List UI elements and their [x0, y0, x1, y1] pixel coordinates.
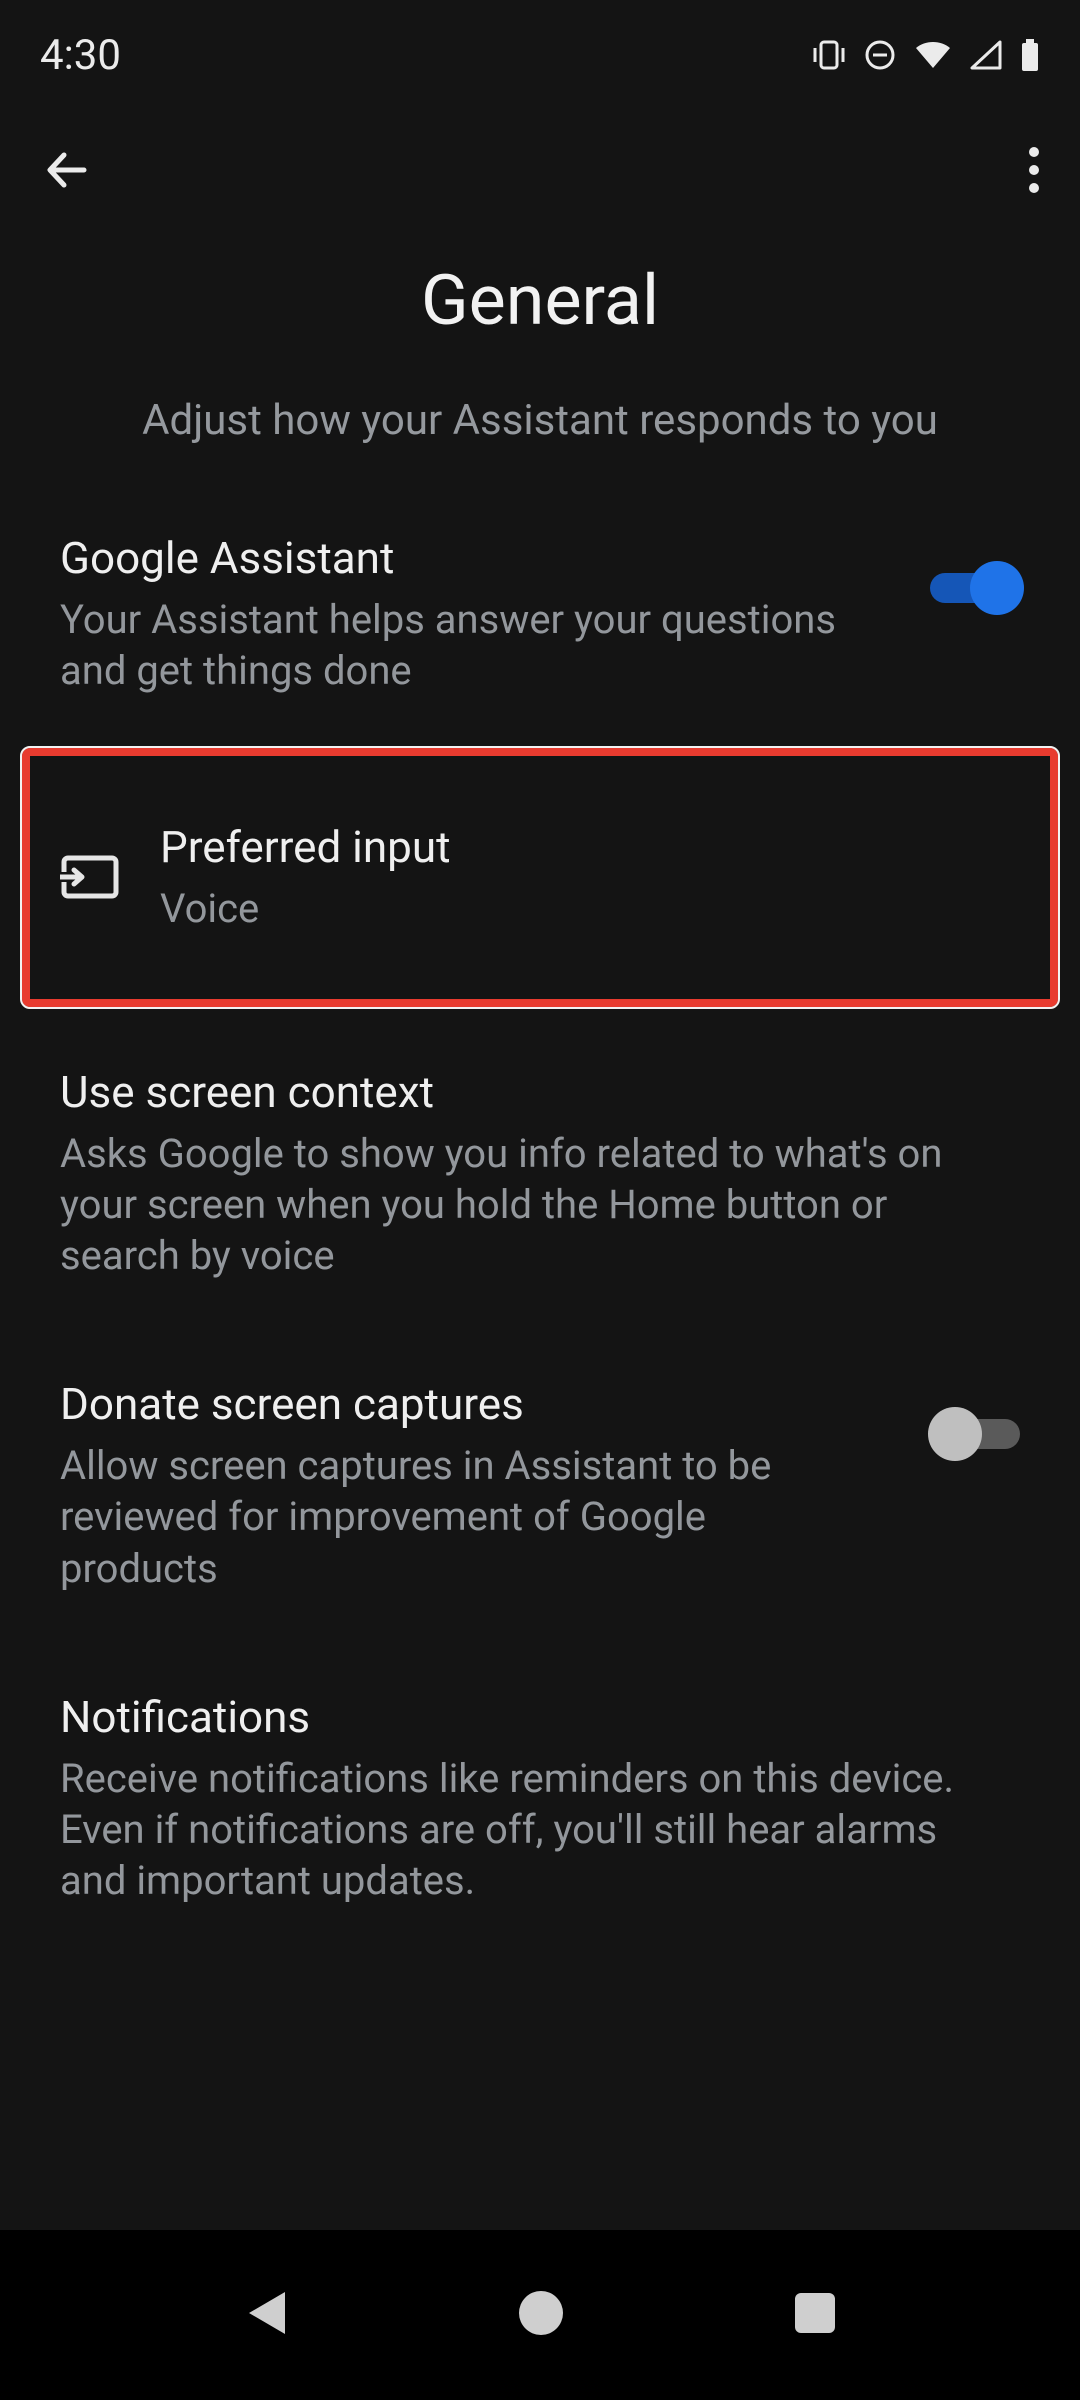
nav-recents-button[interactable]: [793, 2291, 837, 2339]
preferred-input-highlight: Preferred input Voice: [22, 748, 1058, 1006]
wifi-icon: [914, 40, 952, 70]
overflow-menu-button[interactable]: [1028, 146, 1040, 194]
setting-preferred-input[interactable]: Preferred input Voice: [30, 756, 1050, 998]
battery-icon: [1020, 39, 1040, 71]
setting-desc: Allow screen captures in Assistant to be…: [60, 1440, 860, 1594]
vibrate-icon: [812, 40, 846, 70]
setting-notifications[interactable]: Notifications Receive notifications like…: [0, 1634, 1080, 1947]
setting-google-assistant[interactable]: Google Assistant Your Assistant helps an…: [0, 491, 1080, 736]
page-subtitle: Adjust how your Assistant responds to yo…: [60, 396, 1020, 445]
google-assistant-toggle[interactable]: [930, 561, 1020, 615]
input-icon: [60, 847, 120, 907]
status-bar: 4:30: [0, 0, 1080, 90]
status-icons: [812, 39, 1040, 71]
setting-title: Donate screen captures: [60, 1377, 860, 1432]
settings-list: Google Assistant Your Assistant helps an…: [0, 455, 1080, 1946]
setting-desc: Your Assistant helps answer your questio…: [60, 594, 860, 696]
status-time: 4:30: [40, 31, 121, 80]
setting-desc: Receive notifications like reminders on …: [60, 1753, 980, 1907]
setting-title: Preferred input: [160, 820, 950, 875]
navigation-bar: [0, 2230, 1080, 2400]
more-vert-icon: [1028, 146, 1040, 194]
cell-signal-icon: [970, 40, 1002, 70]
setting-desc: Asks Google to show you info related to …: [60, 1128, 980, 1282]
setting-title: Google Assistant: [60, 531, 860, 586]
do-not-disturb-icon: [864, 39, 896, 71]
nav-home-button[interactable]: [516, 2288, 566, 2342]
page-title: General: [60, 260, 1020, 342]
back-button[interactable]: [40, 143, 94, 197]
setting-title: Use screen context: [60, 1065, 980, 1120]
setting-title: Notifications: [60, 1690, 980, 1745]
setting-use-screen-context[interactable]: Use screen context Asks Google to show y…: [0, 1025, 1080, 1322]
donate-captures-toggle[interactable]: [930, 1407, 1020, 1461]
triangle-back-icon: [243, 2288, 289, 2338]
nav-back-button[interactable]: [243, 2288, 289, 2342]
title-area: General Adjust how your Assistant respon…: [0, 230, 1080, 455]
square-recents-icon: [793, 2291, 837, 2335]
setting-donate-screen-captures[interactable]: Donate screen captures Allow screen capt…: [0, 1321, 1080, 1634]
arrow-back-icon: [40, 143, 94, 197]
setting-value: Voice: [160, 883, 950, 934]
app-bar: [0, 90, 1080, 230]
circle-home-icon: [516, 2288, 566, 2338]
